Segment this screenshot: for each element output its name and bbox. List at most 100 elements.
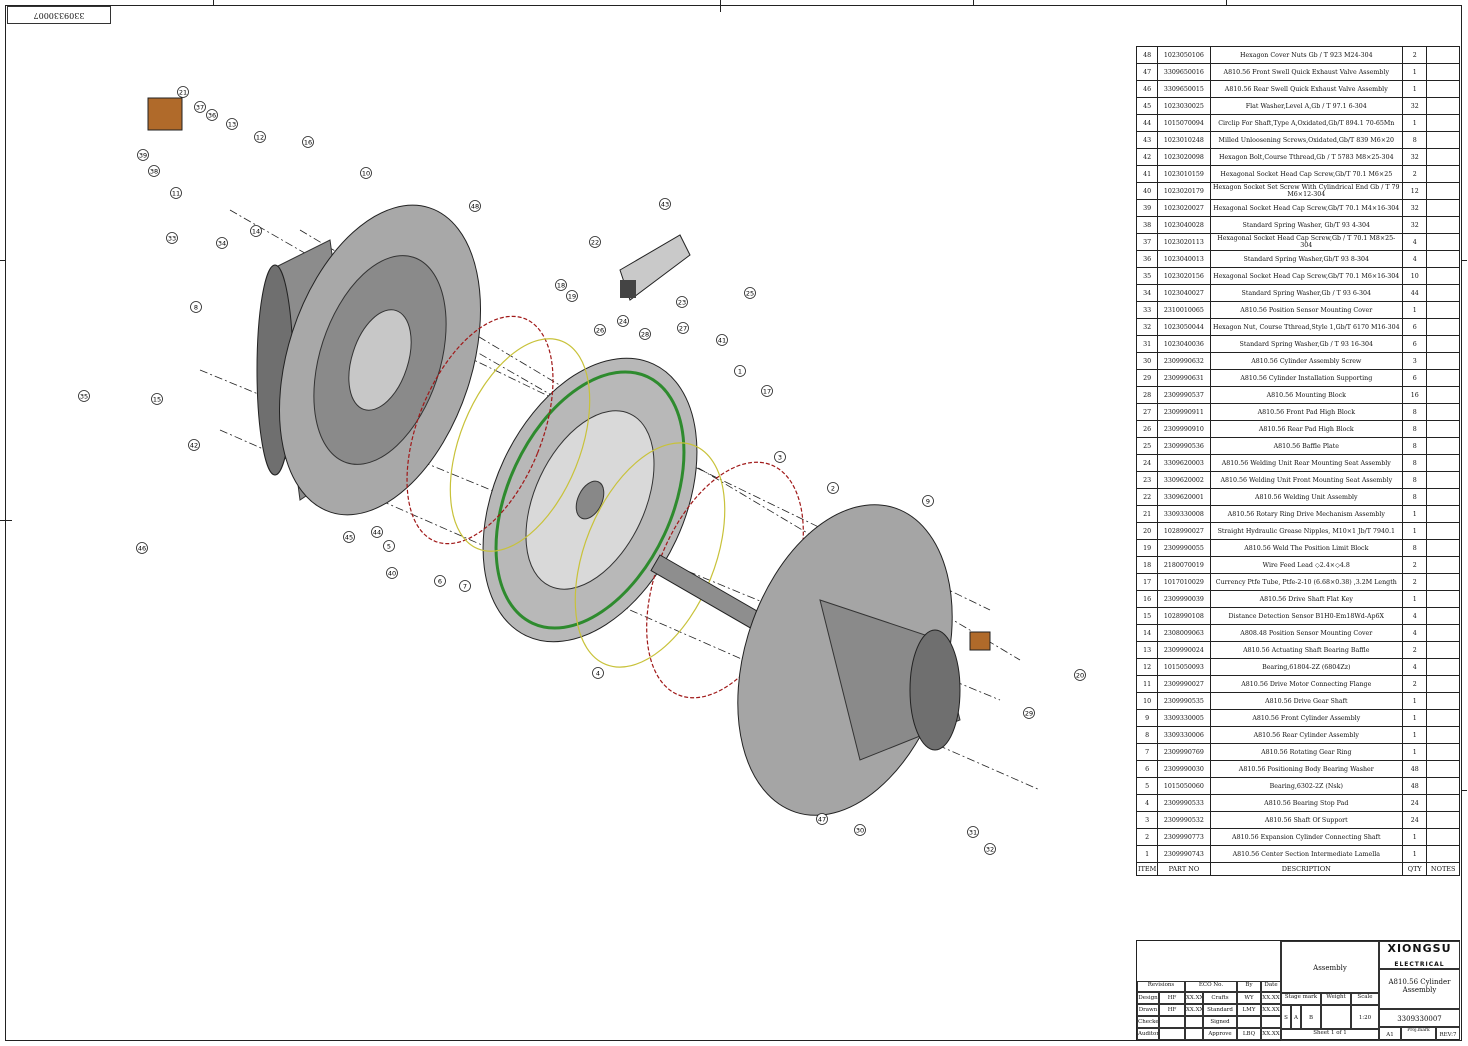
bom-description: Bearing,61804-2Z (6804Zz) [1209,658,1404,676]
svg-text:33: 33 [168,234,176,242]
bom-item: 2 [1135,828,1159,846]
bom-row: 20 1028990027 Straight Hydraulic Grease Ni… [1135,522,1460,540]
bom-description: A810.56 Front Pad High Block [1209,403,1404,421]
bom-description: A810.56 Welding Unit Rear Mounting Seat … [1209,454,1404,472]
bom-row: 37 1023020113 Hexagonal Socket Head Cap Sc… [1135,233,1460,251]
bom-part-no: 1017010029 [1157,573,1211,591]
svg-text:42: 42 [190,441,198,449]
svg-text:6: 6 [438,577,442,585]
bom-item: 16 [1135,590,1159,608]
balloon-item: 17 [761,385,773,397]
bom-qty: 24 [1402,811,1428,829]
svg-text:9: 9 [926,497,930,505]
bom-qty: 24 [1402,794,1428,812]
bom-item: 33 [1135,301,1159,319]
bom-row: 18 2180070019 Wire Feed Lead ◇2.4×◇4.8 2 [1135,556,1460,574]
balloon-item: 41 [716,334,728,346]
bom-qty: 8 [1402,539,1428,557]
svg-text:20: 20 [1076,671,1084,679]
balloon-item: 46 [136,542,148,554]
role-name [1159,1016,1185,1028]
bom-item: 14 [1135,624,1159,642]
bom-description: A810.56 Position Sensor Mounting Cover [1209,301,1404,319]
svg-text:21: 21 [179,88,187,96]
role-role2: Standard [1203,1004,1237,1016]
bom-row: 12 1015050093 Bearing,61804-2Z (6804Zz) 4 [1135,658,1460,676]
bom-item: 3 [1135,811,1159,829]
bom-description: A810.56 Cylinder Installation Supporting [1209,369,1404,387]
bom-notes [1426,556,1460,574]
bom-description: A810.56 Weld The Position Limit Block [1209,539,1404,557]
bom-part-no: 3309330005 [1157,709,1211,727]
bom-part-no: 2309990773 [1157,828,1211,846]
bom-item: 47 [1135,63,1159,81]
bom-qty: 1 [1402,726,1428,744]
bom-notes [1426,386,1460,404]
sheet-size: A1 [1379,1027,1401,1041]
role-role2: Approve [1203,1028,1237,1040]
balloon-item: 6 [434,575,446,587]
bom-qty: 1 [1402,743,1428,761]
bom-item: 10 [1135,692,1159,710]
bom-qty: 2 [1402,675,1428,693]
svg-text:26: 26 [596,326,604,334]
bom-description: A810.56 Rotary Ring Drive Mechanism Asse… [1209,505,1404,523]
balloon-item: 31 [967,826,979,838]
bom-qty: 48 [1402,777,1428,795]
bom-row: 45 1023030025 Flat Washer,Level A,Gb / T 9… [1135,97,1460,115]
bom-item: 38 [1135,216,1159,234]
bom-notes [1426,522,1460,540]
role-date: XX.XX [1185,992,1203,1004]
bom-row: 41 1023010159 Hexagonal Socket Head Cap Sc… [1135,165,1460,183]
balloon-item: 40 [386,567,398,579]
bom-item: 35 [1135,267,1159,285]
bom-description: Bearing,6302-2Z (Nsk) [1209,777,1404,795]
bom-notes [1426,131,1460,149]
bom-part-no: 1023030025 [1157,97,1211,115]
bom-description: Hexagon Nut, Course Tthread,Style 1,Gb/T… [1209,318,1404,336]
bom-row: 28 2309990537 A810.56 Mounting Block 16 [1135,386,1460,404]
bom-row: 2 2309990773 A810.56 Expansion Cylinder Co… [1135,828,1460,846]
role-name2: WY [1237,992,1261,1004]
bom-description: A810.56 Actuating Shaft Bearing Baffle [1209,641,1404,659]
bom-part-no: 2309990055 [1157,539,1211,557]
header-item: ITEM [1135,862,1159,876]
bom-description: Standard Spring Washer,Gb / T 93 16-304 [1209,335,1404,353]
bom-part-no: 1023020156 [1157,267,1211,285]
bom-item: 41 [1135,165,1159,183]
svg-text:46: 46 [138,544,146,552]
bom-part-no: 1023010159 [1157,165,1211,183]
bom-row: 13 2309990024 A810.56 Actuating Shaft Bear… [1135,641,1460,659]
bom-description: Hexagonal Socket Head Cap Screw,Gb / T 7… [1209,233,1404,251]
bom-item: 45 [1135,97,1159,115]
drive-motor-flange [969,631,991,651]
bom-description: A810.56 Positioning Body Bearing Washer [1209,760,1404,778]
svg-text:35: 35 [80,392,88,400]
bom-notes [1426,743,1460,761]
bom-item: 20 [1135,522,1159,540]
svg-text:48: 48 [471,202,479,210]
svg-text:13: 13 [228,120,236,128]
role-name: HF [1159,1004,1185,1016]
bom-qty: 6 [1402,369,1428,387]
bom-notes [1426,709,1460,727]
bom-row: 35 1023020156 Hexagonal Socket Head Cap Sc… [1135,267,1460,285]
bom-qty: 44 [1402,284,1428,302]
svg-text:43: 43 [661,200,669,208]
bom-qty: 1 [1402,63,1428,81]
role-date [1185,1028,1203,1040]
bom-item: 36 [1135,250,1159,268]
bom-description: A810.56 Front Swell Quick Exhaust Valve … [1209,63,1404,81]
bom-row: 23 3309620002 A810.56 Welding Unit Front M… [1135,471,1460,489]
bom-qty: 12 [1402,182,1428,200]
bom-row: 27 2309990911 A810.56 Front Pad High Block… [1135,403,1460,421]
bom-item: 9 [1135,709,1159,727]
bom-part-no: 2180070019 [1157,556,1211,574]
bom-item: 8 [1135,726,1159,744]
bom-part-no: 1023040027 [1157,284,1211,302]
bom-part-no: 2310010065 [1157,301,1211,319]
balloon-item: 12 [254,131,266,143]
bom-notes [1426,63,1460,81]
bom-description: Circlip For Shaft,Type A,Oxidated,Gb/T 8… [1209,114,1404,132]
bom-qty: 2 [1402,46,1428,64]
